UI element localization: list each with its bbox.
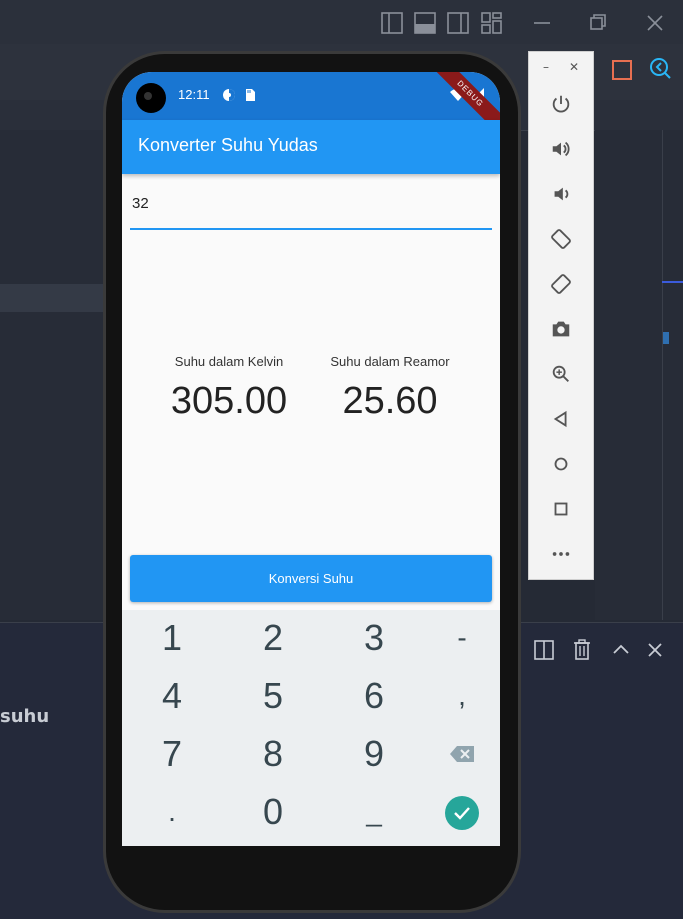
ide-scroll-marker [663, 332, 669, 344]
key-dot[interactable]: . [127, 784, 217, 840]
overview-icon[interactable] [547, 495, 575, 523]
status-bar: 12:11 DEBUG [122, 72, 500, 143]
volume-up-icon[interactable] [547, 135, 575, 163]
flutter-inspector-icon[interactable] [648, 56, 672, 84]
key-7[interactable]: 7 [127, 726, 217, 782]
key-comma[interactable]: , [417, 668, 500, 724]
app-bar: Konverter Suhu Yudas [122, 120, 500, 174]
reamur-value: 25.60 [342, 380, 438, 422]
status-time: 12:11 [178, 87, 210, 102]
stop-icon[interactable] [612, 60, 632, 80]
reamur-label: Suhu dalam Reamor [330, 354, 450, 369]
ide-accent-line [662, 281, 683, 283]
key-9[interactable]: 9 [329, 726, 419, 782]
layout-sidebar-right-icon[interactable] [447, 12, 469, 34]
ide-divider [662, 130, 663, 620]
customize-layout-icon[interactable] [481, 12, 503, 34]
volume-down-icon[interactable] [547, 180, 575, 208]
key-3[interactable]: 3 [329, 610, 419, 666]
key-6[interactable]: 6 [329, 668, 419, 724]
back-icon[interactable] [547, 405, 575, 433]
camera-icon[interactable] [547, 315, 575, 343]
layout-panel-icon[interactable] [414, 12, 436, 34]
kelvin-value: 305.00 [170, 380, 288, 422]
celsius-input-field[interactable] [130, 184, 494, 230]
split-panel-icon[interactable] [534, 640, 554, 660]
numeric-keypad: 1 2 3 - 4 5 6 , 7 8 9 . 0 _ [122, 610, 500, 846]
key-8[interactable]: 8 [228, 726, 318, 782]
ide-selected-row[interactable] [0, 284, 110, 312]
backspace-icon[interactable] [417, 726, 500, 782]
layout-sidebar-left-icon[interactable] [381, 12, 403, 34]
close-window-icon[interactable] [645, 12, 665, 34]
rotate-left-icon[interactable] [547, 225, 575, 253]
ide-editor-panel [595, 130, 683, 620]
app-title: Konverter Suhu Yudas [138, 135, 318, 155]
key-4[interactable]: 4 [127, 668, 217, 724]
rotate-right-icon[interactable] [547, 270, 575, 298]
ide-title-bar [0, 0, 683, 44]
home-icon[interactable] [547, 450, 575, 478]
convert-button[interactable]: Konversi Suhu [130, 555, 492, 602]
key-5[interactable]: 5 [228, 668, 318, 724]
more-icon[interactable] [547, 540, 575, 568]
ide-terminal-text: suhu [0, 706, 50, 727]
ide-explorer-panel [0, 130, 110, 620]
chevron-up-icon[interactable] [612, 641, 630, 657]
data-saver-icon [223, 89, 235, 101]
key-2[interactable]: 2 [228, 610, 318, 666]
key-0[interactable]: 0 [228, 784, 318, 840]
emulator-minimize-icon[interactable]: – [543, 60, 549, 74]
phone-screen: 12:11 DEBUG Konverter Suhu Yudas Suhu da… [122, 72, 500, 846]
emulator-toolbar: – ✕ [528, 51, 594, 580]
minimize-icon[interactable] [532, 12, 552, 34]
camera-cutout [136, 83, 166, 113]
power-icon[interactable] [547, 90, 575, 118]
restore-icon[interactable] [588, 12, 608, 34]
close-panel-icon[interactable] [646, 641, 664, 659]
kelvin-label: Suhu dalam Kelvin [174, 354, 284, 369]
trash-icon[interactable] [572, 639, 592, 661]
key-minus[interactable]: - [417, 610, 500, 666]
celsius-input[interactable] [130, 194, 494, 213]
done-check-icon[interactable] [445, 796, 479, 830]
sd-card-icon [246, 89, 255, 101]
zoom-icon[interactable] [547, 360, 575, 388]
emulator-close-icon[interactable]: ✕ [569, 60, 579, 74]
key-1[interactable]: 1 [127, 610, 217, 666]
key-space[interactable]: _ [329, 784, 419, 840]
